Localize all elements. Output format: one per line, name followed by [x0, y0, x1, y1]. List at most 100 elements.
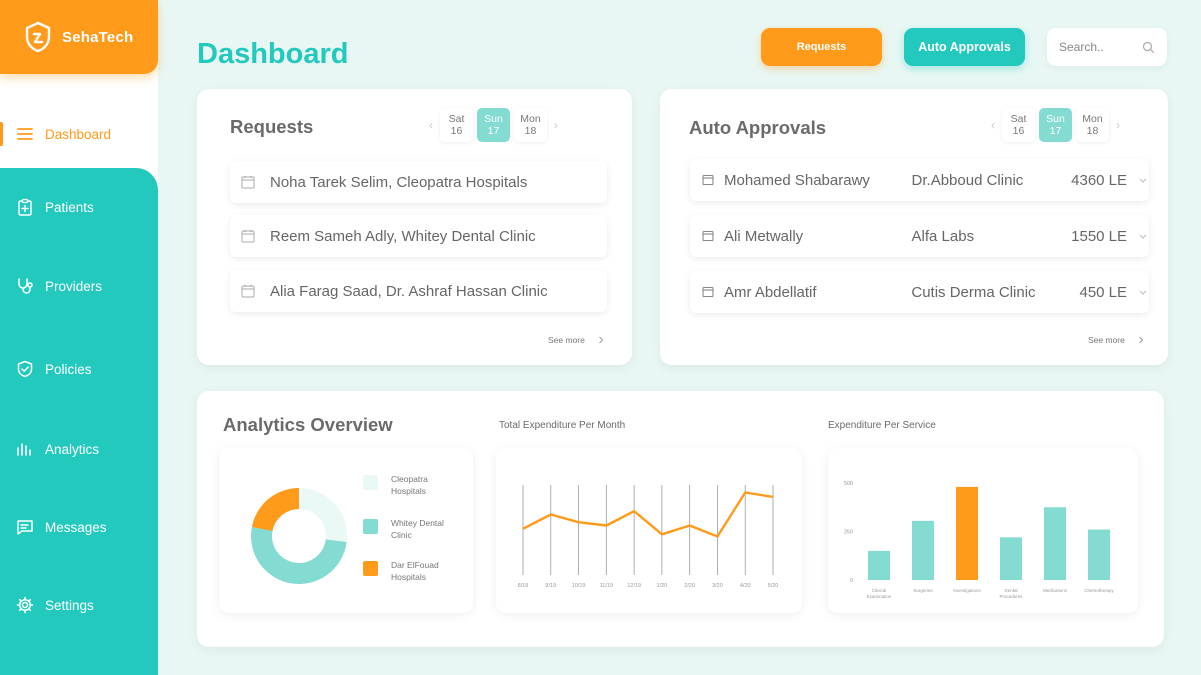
requests-card: Requests ‹ Sat 16 Sun 17 Mon 18 › Noha Tare…: [197, 89, 632, 365]
sidebar-item-patients[interactable]: Patients: [0, 187, 158, 227]
chevron-left-icon[interactable]: ‹: [986, 118, 1000, 132]
x-tick-label: 9/19: [545, 583, 556, 589]
chevron-down-icon[interactable]: [1137, 230, 1149, 242]
search-input[interactable]: [1059, 40, 1139, 54]
date-sun-selected[interactable]: Sun 17: [477, 108, 510, 142]
legend-item: Dar ElFouad Hospitals: [363, 559, 461, 583]
date-day: Sat: [1010, 113, 1027, 125]
approval-clinic: Cutis Derma Clinic: [911, 283, 1036, 301]
x-tick-label: 4/20: [740, 583, 751, 589]
x-tick-label: Clinical: [872, 588, 887, 593]
legend-item: Whitey Dental Clinic: [363, 517, 461, 541]
date-num: 18: [524, 125, 537, 137]
sidebar-item-settings[interactable]: Settings: [0, 585, 158, 625]
auto-approvals-button[interactable]: Auto Approvals: [904, 28, 1025, 66]
shield-logo-icon: [25, 21, 51, 53]
sidebar-item-providers[interactable]: Providers: [0, 266, 158, 306]
see-more-label: See more: [1088, 335, 1125, 345]
auto-approvals-card: Auto Approvals ‹ Sat 16 Sun 17 Mon 18 › Moh…: [660, 89, 1168, 365]
date-num: 17: [487, 125, 500, 137]
date-sat[interactable]: Sat 16: [1002, 108, 1035, 142]
line-chart: 8/19 9/19 10/19 11/19 12/19 1/20 2/20 3/20 4/20 5…: [518, 485, 778, 589]
calendar-icon: [241, 285, 255, 298]
request-row[interactable]: Alia Farag Saad, Dr. Ashraf Hassan Clini…: [230, 270, 607, 312]
legend-label: Whitey Dental Clinic: [391, 518, 444, 540]
bar-chart-icon: [17, 443, 31, 456]
requests-button[interactable]: Requests: [761, 28, 882, 66]
search-icon[interactable]: [1142, 41, 1155, 54]
date-day: Mon: [1082, 113, 1103, 125]
line-chart-panel: 8/19 9/19 10/19 11/19 12/19 1/20 2/20 3/20 4/20 5…: [496, 448, 802, 613]
date-mon[interactable]: Mon 18: [514, 108, 547, 142]
sidebar-item-label: Patients: [45, 199, 94, 215]
approval-row[interactable]: Ali Metwally Alfa Labs 1550 LE: [690, 215, 1149, 257]
calendar-icon: [702, 174, 714, 186]
app-logo[interactable]: SehaTech: [0, 0, 158, 74]
y-tick-label: 250: [844, 530, 853, 536]
x-tick-label: 2/20: [684, 583, 695, 589]
search-box: [1047, 28, 1167, 66]
date-sat[interactable]: Sat 16: [440, 108, 473, 142]
sidebar: SehaTech Dashboard Patients Providers Po…: [0, 0, 158, 675]
x-tick-label: 11/19: [600, 583, 613, 589]
approval-row[interactable]: Mohamed Shabarawy Dr.Abboud Clinic 4360 …: [690, 159, 1149, 201]
app-name: SehaTech: [62, 28, 134, 46]
auto-approvals-date-picker: ‹ Sat 16 Sun 17 Mon 18 ›: [986, 108, 1125, 142]
date-num: 17: [1049, 125, 1062, 137]
sidebar-item-label: Messages: [45, 519, 107, 535]
chevron-left-icon[interactable]: ‹: [424, 118, 438, 132]
y-tick-label: 500: [844, 481, 853, 487]
analytics-title: Analytics Overview: [223, 414, 393, 435]
chevron-down-icon[interactable]: [1137, 286, 1149, 298]
auto-approvals-see-more[interactable]: See more: [1088, 335, 1145, 345]
menu-icon: [17, 128, 33, 140]
service-chart-title: Expenditure Per Service: [828, 420, 936, 431]
x-tick-label: Chemotherapy: [1084, 588, 1114, 593]
donut-slice: [251, 488, 299, 531]
date-sun-selected[interactable]: Sun 17: [1039, 108, 1072, 142]
chevron-down-icon[interactable]: [1137, 174, 1149, 186]
date-num: 16: [1012, 125, 1025, 137]
calendar-icon: [702, 286, 714, 298]
chevron-right-icon[interactable]: ›: [1111, 118, 1125, 132]
sidebar-item-label: Settings: [45, 597, 94, 613]
message-icon: [17, 520, 33, 535]
x-tick-label: 3/20: [712, 583, 723, 589]
chevron-right-icon[interactable]: ›: [549, 118, 563, 132]
sidebar-item-policies[interactable]: Policies: [0, 349, 158, 389]
bar: [1000, 537, 1022, 580]
requests-see-more[interactable]: See more: [548, 335, 605, 345]
shield-check-icon: [17, 360, 33, 378]
sidebar-item-dashboard[interactable]: Dashboard: [0, 114, 158, 154]
chevron-right-icon: [599, 336, 604, 344]
auto-approvals-title: Auto Approvals: [689, 117, 827, 138]
date-day: Sat: [448, 113, 465, 125]
legend-swatch: [363, 475, 378, 490]
date-mon[interactable]: Mon 18: [1076, 108, 1109, 142]
x-tick-label: Examination: [867, 594, 892, 599]
stethoscope-icon: [18, 278, 33, 294]
donut-slice: [299, 488, 347, 543]
bar: [868, 550, 890, 580]
approval-row[interactable]: Amr Abdellatif Cutis Derma Clinic 450 LE: [690, 271, 1149, 313]
x-tick-label: 10/19: [572, 583, 586, 589]
request-text: Reem Sameh Adly, Whitey Dental Clinic: [270, 227, 536, 245]
sidebar-item-analytics[interactable]: Analytics: [0, 429, 158, 469]
sidebar-item-label: Analytics: [45, 441, 100, 457]
request-row[interactable]: Reem Sameh Adly, Whitey Dental Clinic: [230, 215, 607, 257]
y-tick-label: 0: [850, 578, 853, 584]
legend-label: Cleopatra Hospitals: [391, 474, 428, 496]
approval-amount: 450 LE: [1079, 283, 1128, 301]
line-series: [522, 491, 774, 538]
bar: [1088, 529, 1110, 580]
date-num: 18: [1086, 125, 1099, 137]
sidebar-item-label: Policies: [45, 361, 92, 377]
request-row[interactable]: Noha Tarek Selim, Cleopatra Hospitals: [230, 161, 607, 203]
x-tick-label: 1/20: [657, 583, 668, 589]
x-tick-label: Investigations: [953, 588, 981, 593]
chevron-right-icon: [1139, 336, 1144, 344]
legend-swatch: [363, 561, 378, 576]
analytics-card: Analytics Overview Total Expenditure Per…: [197, 391, 1164, 647]
sidebar-item-messages[interactable]: Messages: [0, 507, 158, 547]
donut-chart: [251, 488, 347, 584]
